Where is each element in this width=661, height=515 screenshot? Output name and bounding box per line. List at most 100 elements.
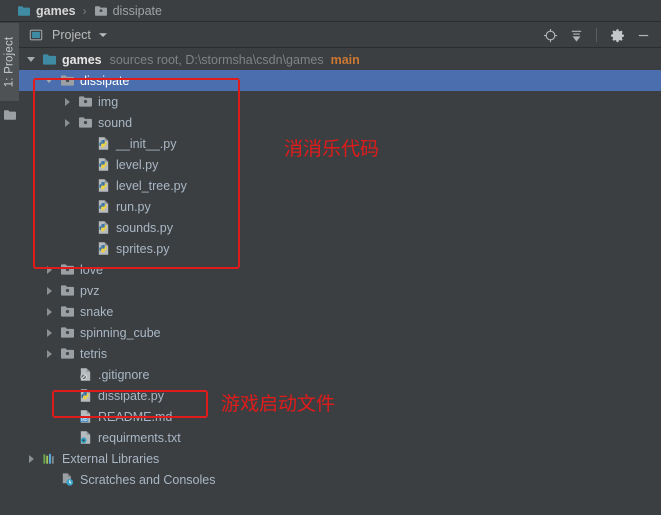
folder-package-icon bbox=[77, 94, 93, 110]
tree-row-snake[interactable]: snake bbox=[19, 301, 661, 322]
tree-row-sprites.py[interactable]: sprites.py bbox=[19, 238, 661, 259]
scroll-from-source-button[interactable] bbox=[542, 27, 558, 43]
gear-icon[interactable] bbox=[609, 27, 625, 43]
chevron-right-icon[interactable] bbox=[45, 285, 56, 296]
tree-row-label: sound bbox=[98, 115, 133, 130]
external-libraries-icon bbox=[41, 451, 57, 467]
annotation-launch-file: 游戏启动文件 bbox=[221, 393, 336, 415]
tree-row-scratchesandconsoles[interactable]: Scratches and Consoles bbox=[19, 469, 661, 490]
tree-row-label: dissipate bbox=[80, 73, 130, 88]
tree-row-label: love bbox=[80, 262, 103, 277]
tree-row-sounds.py[interactable]: sounds.py bbox=[19, 217, 661, 238]
collapse-all-button[interactable] bbox=[568, 27, 584, 43]
tree-row-label: games bbox=[62, 52, 102, 67]
tree-row-.gitignore[interactable]: .gitignore bbox=[19, 364, 661, 385]
tree-arrow-placeholder bbox=[63, 432, 74, 443]
folder-package-icon bbox=[59, 262, 75, 278]
tree-row-dissipate.py[interactable]: dissipate.py bbox=[19, 385, 661, 406]
tree-row-label: snake bbox=[80, 304, 114, 319]
tree-row-pvz[interactable]: pvz bbox=[19, 280, 661, 301]
python-file-icon bbox=[77, 388, 93, 404]
git-branch-label: main bbox=[330, 52, 360, 67]
tree-arrow-placeholder bbox=[81, 243, 92, 254]
tree-row-label: requirments.txt bbox=[98, 430, 181, 445]
chevron-right-icon[interactable] bbox=[27, 453, 38, 464]
folder-package-icon bbox=[59, 346, 75, 362]
breadcrumb-item-dissipate[interactable]: dissipate bbox=[94, 3, 162, 19]
tree-row-level_tree.py[interactable]: level_tree.py bbox=[19, 175, 661, 196]
tree-row-label: spinning_cube bbox=[80, 325, 161, 340]
config-file-icon bbox=[77, 430, 93, 446]
breadcrumb-label: dissipate bbox=[112, 3, 162, 18]
tree-arrow-placeholder bbox=[81, 201, 92, 212]
tree-row-label: level_tree.py bbox=[116, 178, 187, 193]
folder-package-icon bbox=[77, 115, 93, 131]
folder-icon[interactable] bbox=[3, 109, 17, 124]
chevron-right-icon[interactable] bbox=[45, 264, 56, 275]
tree-row-img[interactable]: img bbox=[19, 91, 661, 112]
tree-row-label: img bbox=[98, 94, 119, 109]
tree-row-tetris[interactable]: tetris bbox=[19, 343, 661, 364]
chevron-right-icon[interactable] bbox=[45, 348, 56, 359]
chevron-right-icon[interactable] bbox=[45, 306, 56, 317]
tree-row-dissipate[interactable]: dissipate bbox=[19, 70, 661, 91]
tree-row-games[interactable]: games sources root, D:\stormsha\csdn\game… bbox=[19, 49, 661, 70]
chevron-down-icon[interactable] bbox=[97, 27, 109, 43]
tool-tab-project[interactable]: 1: Project bbox=[0, 23, 19, 101]
chevron-down-icon[interactable] bbox=[27, 54, 38, 65]
python-file-icon bbox=[95, 199, 111, 215]
tree-row-label: dissipate.py bbox=[98, 388, 165, 403]
project-panel-toolbar: Project bbox=[19, 23, 661, 48]
tree-row-label: tetris bbox=[80, 346, 108, 361]
folder-teal-icon bbox=[17, 3, 31, 19]
tree-arrow-placeholder bbox=[63, 369, 74, 380]
python-file-icon bbox=[95, 220, 111, 236]
python-file-icon bbox=[95, 136, 111, 152]
tree-row-label: External Libraries bbox=[62, 451, 160, 466]
tree-row-run.py[interactable]: run.py bbox=[19, 196, 661, 217]
chevron-right-icon[interactable] bbox=[63, 96, 74, 107]
tree-row-label: sprites.py bbox=[116, 241, 170, 256]
tree-row-label: Scratches and Consoles bbox=[80, 472, 216, 487]
breadcrumb: games › dissipate bbox=[0, 0, 661, 22]
tree-row-externallibraries[interactable]: External Libraries bbox=[19, 448, 661, 469]
tree-row-label: sounds.py bbox=[116, 220, 173, 235]
tree-row-readme.md[interactable]: MD README.md bbox=[19, 406, 661, 427]
project-view-selector[interactable]: Project bbox=[28, 27, 109, 43]
tree-row-label: pvz bbox=[80, 283, 100, 298]
chevron-down-icon[interactable] bbox=[45, 75, 56, 86]
tree-arrow-placeholder bbox=[81, 180, 92, 191]
tree-row-label: __init__.py bbox=[116, 136, 177, 151]
annotation-match3-code: 消消乐代码 bbox=[284, 138, 380, 160]
tree-row-love[interactable]: love bbox=[19, 259, 661, 280]
tree-arrow-placeholder bbox=[81, 159, 92, 170]
scratches-icon bbox=[59, 472, 75, 488]
tree-row-label: .gitignore bbox=[98, 367, 150, 382]
tree-row-spinning_cube[interactable]: spinning_cube bbox=[19, 322, 661, 343]
tree-row-meta: sources root, D:\stormsha\csdn\games bbox=[109, 52, 324, 67]
tree-row-sound[interactable]: sound bbox=[19, 112, 661, 133]
breadcrumb-item-games[interactable]: games bbox=[17, 3, 76, 19]
tree-arrow-placeholder bbox=[81, 222, 92, 233]
breadcrumb-separator: › bbox=[82, 3, 87, 18]
toolbar-divider bbox=[596, 28, 597, 42]
project-view-icon bbox=[28, 27, 44, 43]
project-tool-window: Project games sources root, D:\stormsha\c… bbox=[19, 23, 661, 515]
tree-arrow-placeholder bbox=[45, 474, 56, 485]
breadcrumb-label: games bbox=[36, 3, 76, 18]
tree-row-requirments.txt[interactable]: requirments.txt bbox=[19, 427, 661, 448]
folder-package-icon bbox=[94, 3, 108, 19]
tree-row-label: run.py bbox=[116, 199, 151, 214]
chevron-right-icon[interactable] bbox=[63, 117, 74, 128]
chevron-right-icon[interactable] bbox=[45, 327, 56, 338]
folder-package-icon bbox=[59, 283, 75, 299]
tree-row-label: level.py bbox=[116, 157, 159, 172]
gitignore-file-icon bbox=[77, 367, 93, 383]
folder-teal-icon bbox=[41, 52, 57, 68]
folder-package-icon bbox=[59, 73, 75, 89]
project-file-tree[interactable]: games sources root, D:\stormsha\csdn\game… bbox=[19, 49, 661, 515]
tool-window-strip: 1: Project bbox=[0, 23, 20, 515]
tool-tab-project-label: 1: Project bbox=[3, 36, 16, 88]
minimize-icon[interactable] bbox=[635, 27, 651, 43]
markdown-file-icon: MD bbox=[77, 409, 93, 425]
